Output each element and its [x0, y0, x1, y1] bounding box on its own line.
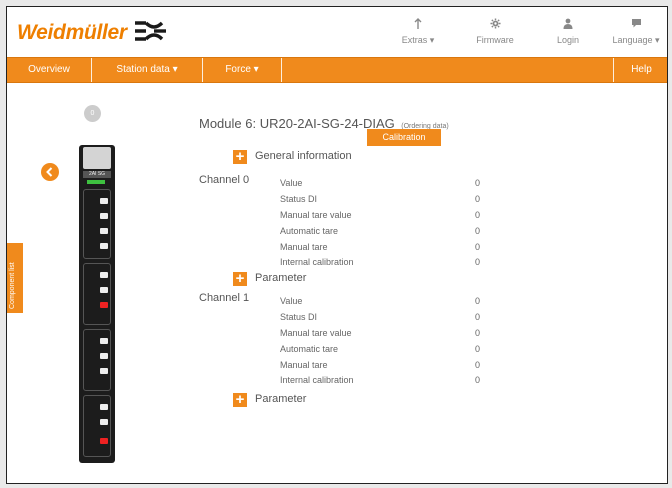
channel-1-row-value: 0 — [475, 375, 481, 385]
device-led — [100, 338, 108, 344]
chevron-down-icon: ▾ — [655, 35, 660, 45]
device-cover — [83, 147, 111, 169]
page-title: Module 6: UR20-2AI-SG-24-DIAG — [199, 116, 395, 131]
nav-station-data-label: Station data — [116, 64, 170, 75]
device-led-red — [100, 438, 108, 444]
nav-force-label: Force — [225, 64, 251, 75]
channel-0-row-value: 0 — [475, 194, 481, 204]
expand-parameter-1-icon[interactable]: + — [233, 392, 247, 407]
device-led — [100, 368, 108, 374]
channel-0-row-label: Manual tare — [280, 242, 328, 252]
nav-divider — [281, 58, 282, 82]
channel-0-row-label: Automatic tare — [280, 226, 339, 236]
channel-0-row-value: 0 — [475, 257, 481, 267]
device-slot — [83, 189, 111, 259]
back-button[interactable] — [41, 163, 59, 181]
channel-1-row-value: 0 — [475, 312, 481, 322]
login-label: Login — [556, 35, 580, 45]
component-list-label: Component list — [9, 262, 16, 309]
device-led — [100, 243, 108, 249]
device-led-red — [100, 302, 108, 308]
channel-1-row-value: 0 — [475, 344, 481, 354]
device-slot — [83, 329, 111, 391]
channel-0-row-label: Status DI — [280, 194, 318, 204]
nav-force[interactable]: Force ▾ — [203, 58, 281, 82]
nav-overview-label: Overview — [28, 64, 70, 75]
speech-bubble-icon — [609, 18, 663, 32]
header: Weidmüller Extras ▾ Firmware Login Langu… — [7, 7, 667, 57]
channel-0-row-label: Value — [280, 178, 303, 188]
login-menu[interactable]: Login — [553, 18, 583, 45]
device-led — [100, 419, 108, 425]
user-icon — [553, 18, 583, 32]
device-led — [100, 272, 108, 278]
device-led — [100, 404, 108, 410]
device-led — [100, 287, 108, 293]
nav-help[interactable]: Help — [614, 58, 667, 82]
chevron-down-icon: ▾ — [172, 64, 178, 75]
general-information-label[interactable]: General information — [255, 150, 352, 162]
channel-0-row-value: 0 — [475, 210, 481, 220]
device-led — [100, 228, 108, 234]
calibration-button[interactable]: Calibration — [367, 129, 441, 146]
channel-1-label: Channel 1 — [199, 292, 250, 304]
station-indicator[interactable]: 0 — [84, 105, 101, 122]
device-slot — [83, 263, 111, 325]
channel-1-row-label: Value — [280, 296, 303, 306]
channel-0-label: Channel 0 — [199, 174, 250, 186]
channel-0-row-value: 0 — [475, 178, 481, 188]
extras-label: Extras — [401, 35, 428, 45]
device-led — [100, 198, 108, 204]
channel-1-row-label: Internal calibration — [280, 375, 354, 385]
module-device-image[interactable]: 2AI SG — [79, 145, 115, 463]
channel-0-row-label: Internal calibration — [280, 257, 354, 267]
channel-1-row-label: Manual tare value — [280, 328, 352, 338]
channel-0-row-value: 0 — [475, 242, 481, 252]
main-nav: Overview Station data ▾ Force ▾ Help — [7, 57, 667, 83]
gear-icon — [473, 18, 517, 32]
channel-0-row-value: 0 — [475, 226, 481, 236]
chevron-down-icon: ▾ — [429, 35, 435, 45]
channel-0-row-label: Manual tare value — [280, 210, 352, 220]
expand-parameter-0-icon[interactable]: + — [233, 271, 247, 286]
brand-mark-icon — [135, 21, 166, 41]
parameter-1-label[interactable]: Parameter — [255, 393, 306, 405]
language-menu[interactable]: Language ▾ — [609, 18, 663, 46]
channel-1-row-label: Status DI — [280, 312, 318, 322]
language-label: Language — [612, 35, 653, 45]
channel-1-row-value: 0 — [475, 328, 481, 338]
firmware-menu[interactable]: Firmware — [473, 18, 517, 45]
browser-frame: Weidmüller Extras ▾ Firmware Login Langu… — [6, 6, 668, 484]
channel-1-row-label: Manual tare — [280, 360, 328, 370]
device-led — [100, 353, 108, 359]
component-list-tab[interactable]: Component list — [7, 243, 23, 313]
nav-overview[interactable]: Overview — [7, 58, 91, 82]
channel-1-row-value: 0 — [475, 296, 481, 306]
device-slot — [83, 395, 111, 457]
chevron-left-icon — [46, 167, 53, 177]
expand-general-info-icon[interactable]: + — [233, 149, 247, 164]
nav-station-data[interactable]: Station data ▾ — [92, 58, 202, 82]
firmware-label: Firmware — [476, 35, 514, 45]
device-status-led — [87, 180, 105, 184]
parameter-0-label[interactable]: Parameter — [255, 272, 306, 284]
wrench-icon — [393, 18, 443, 32]
device-label: 2AI SG — [83, 171, 111, 178]
extras-menu[interactable]: Extras ▾ — [393, 18, 443, 46]
channel-1-row-label: Automatic tare — [280, 344, 339, 354]
channel-1-row-value: 0 — [475, 360, 481, 370]
device-led — [100, 213, 108, 219]
brand-logo[interactable]: Weidmüller — [17, 21, 127, 45]
chevron-down-icon: ▾ — [253, 64, 259, 75]
